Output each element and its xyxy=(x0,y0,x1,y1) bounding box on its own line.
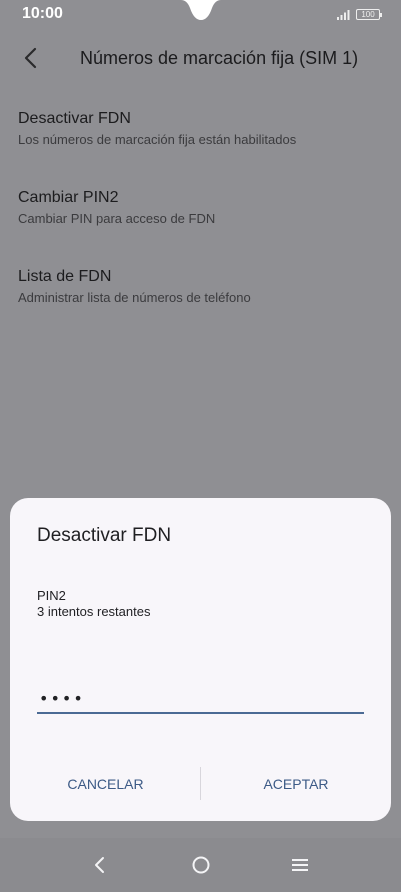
page-title: Números de marcación fija (SIM 1) xyxy=(80,48,359,68)
navigation-bar xyxy=(0,838,401,892)
status-icons: 100 xyxy=(336,8,382,20)
camera-notch xyxy=(181,0,221,20)
battery-icon: 100 xyxy=(356,8,382,20)
app-header: Números de marcación fija (SIM 1) xyxy=(0,30,401,88)
setting-title: Lista de FDN xyxy=(18,268,112,285)
nav-back-button[interactable] xyxy=(85,850,115,880)
signal-icon xyxy=(337,9,350,20)
setting-subtitle: Administrar lista de números de teléfono xyxy=(18,290,251,305)
dialog-title: Desactivar FDN xyxy=(37,525,172,546)
cancel-button[interactable]: CANCELAR xyxy=(10,766,201,802)
battery-level: 100 xyxy=(361,9,375,19)
pin2-input[interactable] xyxy=(37,684,364,714)
setting-title: Desactivar FDN xyxy=(18,110,131,127)
setting-item-desactivar-fdn[interactable]: Desactivar FDN Los números de marcación … xyxy=(18,109,383,148)
menu-icon xyxy=(292,859,308,871)
setting-subtitle: Cambiar PIN para acceso de FDN xyxy=(18,211,216,226)
pin-dialog: Desactivar FDN PIN2 3 intentos restantes… xyxy=(10,498,391,821)
attempts-remaining-text: 3 intentos restantes xyxy=(37,604,151,619)
back-arrow-icon[interactable] xyxy=(18,44,46,72)
setting-title: Cambiar PIN2 xyxy=(18,189,119,206)
nav-home-button[interactable] xyxy=(186,850,216,880)
setting-item-cambiar-pin2[interactable]: Cambiar PIN2 Cambiar PIN para acceso de … xyxy=(18,188,383,227)
status-bar: 10:00 100 xyxy=(0,0,401,26)
setting-item-lista-fdn[interactable]: Lista de FDN Administrar lista de número… xyxy=(18,267,383,306)
status-time: 10:00 xyxy=(22,5,63,22)
pin2-label: PIN2 xyxy=(37,588,66,603)
nav-menu-button[interactable] xyxy=(285,850,315,880)
accept-button[interactable]: ACEPTAR xyxy=(201,766,391,802)
home-icon xyxy=(192,856,210,874)
setting-subtitle: Los números de marcación fija están habi… xyxy=(18,132,297,147)
back-icon xyxy=(95,857,104,873)
